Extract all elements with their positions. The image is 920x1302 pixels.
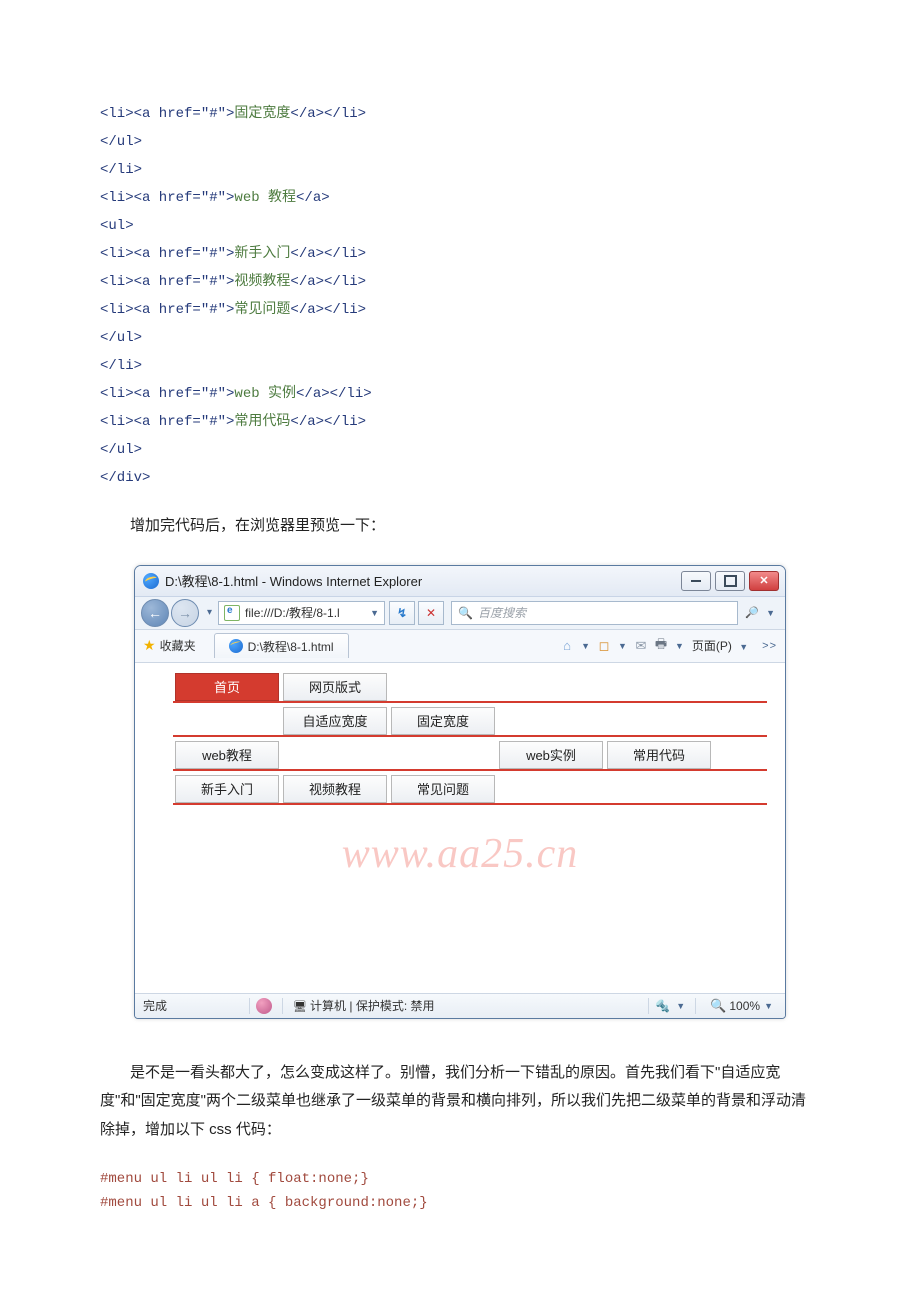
zoom-dropdown-icon[interactable]: ▼: [760, 1001, 777, 1011]
window-minimize-button[interactable]: [681, 571, 711, 591]
status-popup-icon[interactable]: [256, 998, 272, 1014]
menu-underline: [173, 735, 767, 737]
tab-page-icon: [229, 639, 243, 653]
watermark-text: www.aa25.cn: [342, 830, 579, 878]
menu-underline: [173, 769, 767, 771]
status-bar: 完成 计算机 | 保护模式: 禁用 🔩▼ 🔍 100% ▼: [135, 993, 785, 1018]
search-provider-icon[interactable]: 🔎: [742, 606, 762, 619]
menu-item-example[interactable]: web实例: [499, 741, 603, 769]
page-menu-button[interactable]: 页面(P) ▼: [688, 637, 756, 654]
page-viewport: 首页 网页版式 自适应宽度 固定宽度 web教程 web实例 常用代码 新手入门…: [135, 663, 785, 993]
menu-item-common-code[interactable]: 常用代码: [607, 741, 711, 769]
submenu-item-faq[interactable]: 常见问题: [391, 775, 495, 803]
search-placeholder: 百度搜索: [478, 604, 526, 621]
print-icon[interactable]: 🖶: [651, 635, 671, 657]
submenu-item-adaptive[interactable]: 自适应宽度: [283, 707, 387, 735]
browser-tab[interactable]: D:\教程\8-1.html: [214, 633, 349, 658]
favorites-bar: ★ 收藏夹 D:\教程\8-1.html ⌂▼ ◻▼ ✉ 🖶▼ 页面(P) ▼ …: [135, 630, 785, 663]
back-button[interactable]: ←: [141, 599, 169, 627]
status-mixed-icon[interactable]: 🔩: [655, 999, 670, 1013]
page-icon: [224, 605, 240, 621]
submenu-item-fixed[interactable]: 固定宽度: [391, 707, 495, 735]
ie-window-screenshot: D:\教程\8-1.html - Windows Internet Explor…: [134, 565, 786, 1019]
status-mixed-dropdown-icon[interactable]: ▼: [672, 1001, 689, 1011]
tab-label: D:\教程\8-1.html: [248, 638, 334, 655]
toolbar-overflow-icon[interactable]: >>: [756, 640, 777, 652]
search-box[interactable]: 🔍 百度搜索: [451, 601, 738, 625]
address-dropdown-icon[interactable]: ▼: [366, 608, 379, 618]
stop-button[interactable]: ✕: [418, 601, 444, 625]
zoom-icon: 🔍: [710, 998, 726, 1014]
menu-underline: [173, 701, 767, 703]
address-bar[interactable]: file:///D:/教程/8-1.l ▼: [218, 601, 385, 625]
zoom-value: 100%: [729, 999, 760, 1013]
favorites-label[interactable]: 收藏夹: [160, 637, 196, 654]
html-code-block: <li><a href="#">固定宽度</a></li> </ul> </li…: [100, 100, 820, 492]
read-mail-icon[interactable]: ✉: [631, 638, 651, 654]
print-dropdown-icon[interactable]: ▼: [671, 641, 688, 651]
window-maximize-button[interactable]: [715, 571, 745, 591]
css-line-2: #menu ul li ul li a { background:none;}: [100, 1192, 820, 1216]
refresh-button[interactable]: ↯: [389, 601, 415, 625]
nav-history-dropdown[interactable]: ▾: [201, 607, 218, 618]
status-security-zone: 计算机 | 保护模式: 禁用: [289, 997, 642, 1014]
rss-dropdown-icon[interactable]: ▼: [614, 641, 631, 651]
css-line-1: #menu ul li ul li { float:none;}: [100, 1168, 820, 1192]
search-dropdown-icon[interactable]: ▼: [762, 608, 779, 618]
zoom-control[interactable]: 🔍 100% ▼: [702, 998, 777, 1014]
menu-item-tutorial[interactable]: web教程: [175, 741, 279, 769]
favorites-star-icon[interactable]: ★: [143, 637, 156, 654]
address-bar-row: ← → ▾ file:///D:/教程/8-1.l ▼ ↯ ✕ 🔍 百度搜索 🔎…: [135, 597, 785, 630]
ie-logo-icon: [143, 573, 159, 589]
address-bar-text: file:///D:/教程/8-1.l: [245, 604, 366, 621]
menu-item-layout[interactable]: 网页版式: [283, 673, 387, 701]
paragraph-preview-intro: 增加完代码后，在浏览器里预览一下：: [100, 512, 820, 541]
menu-underline: [173, 803, 767, 805]
status-done-label: 完成: [143, 997, 243, 1014]
forward-button[interactable]: →: [171, 599, 199, 627]
rss-icon[interactable]: ◻: [594, 638, 614, 654]
search-icon: 🔍: [458, 606, 473, 620]
window-title: D:\教程\8-1.html - Windows Internet Explor…: [165, 571, 681, 590]
menu-item-home[interactable]: 首页: [175, 673, 279, 701]
submenu-item-beginner[interactable]: 新手入门: [175, 775, 279, 803]
css-code-block: #menu ul li ul li { float:none;} #menu u…: [100, 1168, 820, 1216]
window-titlebar: D:\教程\8-1.html - Windows Internet Explor…: [135, 566, 785, 597]
home-dropdown-icon[interactable]: ▼: [577, 641, 594, 651]
paragraph-analysis: 是不是一看头都大了，怎么变成这样了。别懵，我们分析一下错乱的原因。首先我们看下"…: [100, 1059, 820, 1145]
window-close-button[interactable]: [749, 571, 779, 591]
submenu-item-video[interactable]: 视频教程: [283, 775, 387, 803]
home-icon[interactable]: ⌂: [557, 638, 577, 653]
